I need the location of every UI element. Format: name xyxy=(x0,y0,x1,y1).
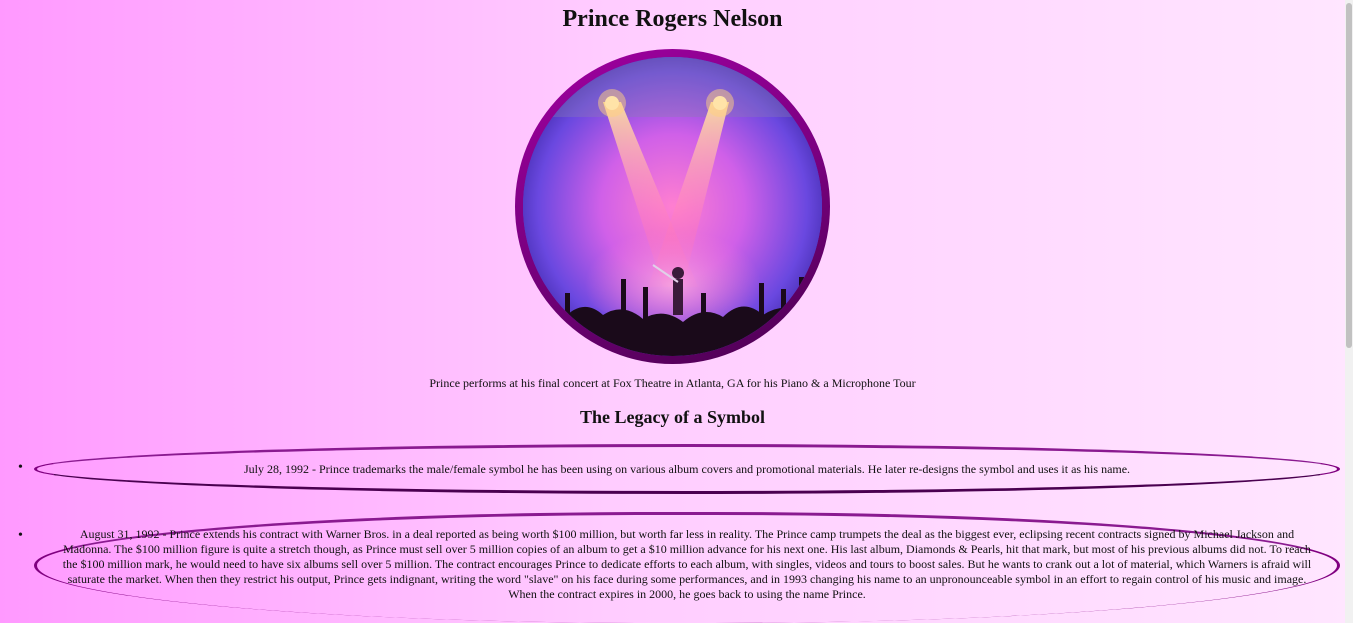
event-text: August 31, 1992 - Prince extends his con… xyxy=(62,526,1312,601)
list-bullet: • xyxy=(18,460,23,475)
scrollbar-thumb[interactable] xyxy=(1346,3,1352,348)
event-card: August 31, 1992 - Prince extends his con… xyxy=(34,512,1340,623)
list-bullet: • xyxy=(18,528,23,543)
concert-photo xyxy=(523,57,822,356)
section-heading: The Legacy of a Symbol xyxy=(579,407,765,427)
event-card: July 28, 1992 - Prince trademarks the ma… xyxy=(34,444,1340,494)
vertical-scrollbar[interactable] xyxy=(1345,0,1353,623)
page-title: Prince Rogers Nelson xyxy=(562,6,783,32)
portrait-frame xyxy=(515,49,830,364)
concert-photo-illustration xyxy=(523,57,822,356)
event-text: July 28, 1992 - Prince trademarks the ma… xyxy=(243,461,1131,476)
image-caption: Prince performs at his final concert at … xyxy=(429,376,916,390)
page: Prince Rogers Nelson Prince performs at … xyxy=(0,0,1345,623)
